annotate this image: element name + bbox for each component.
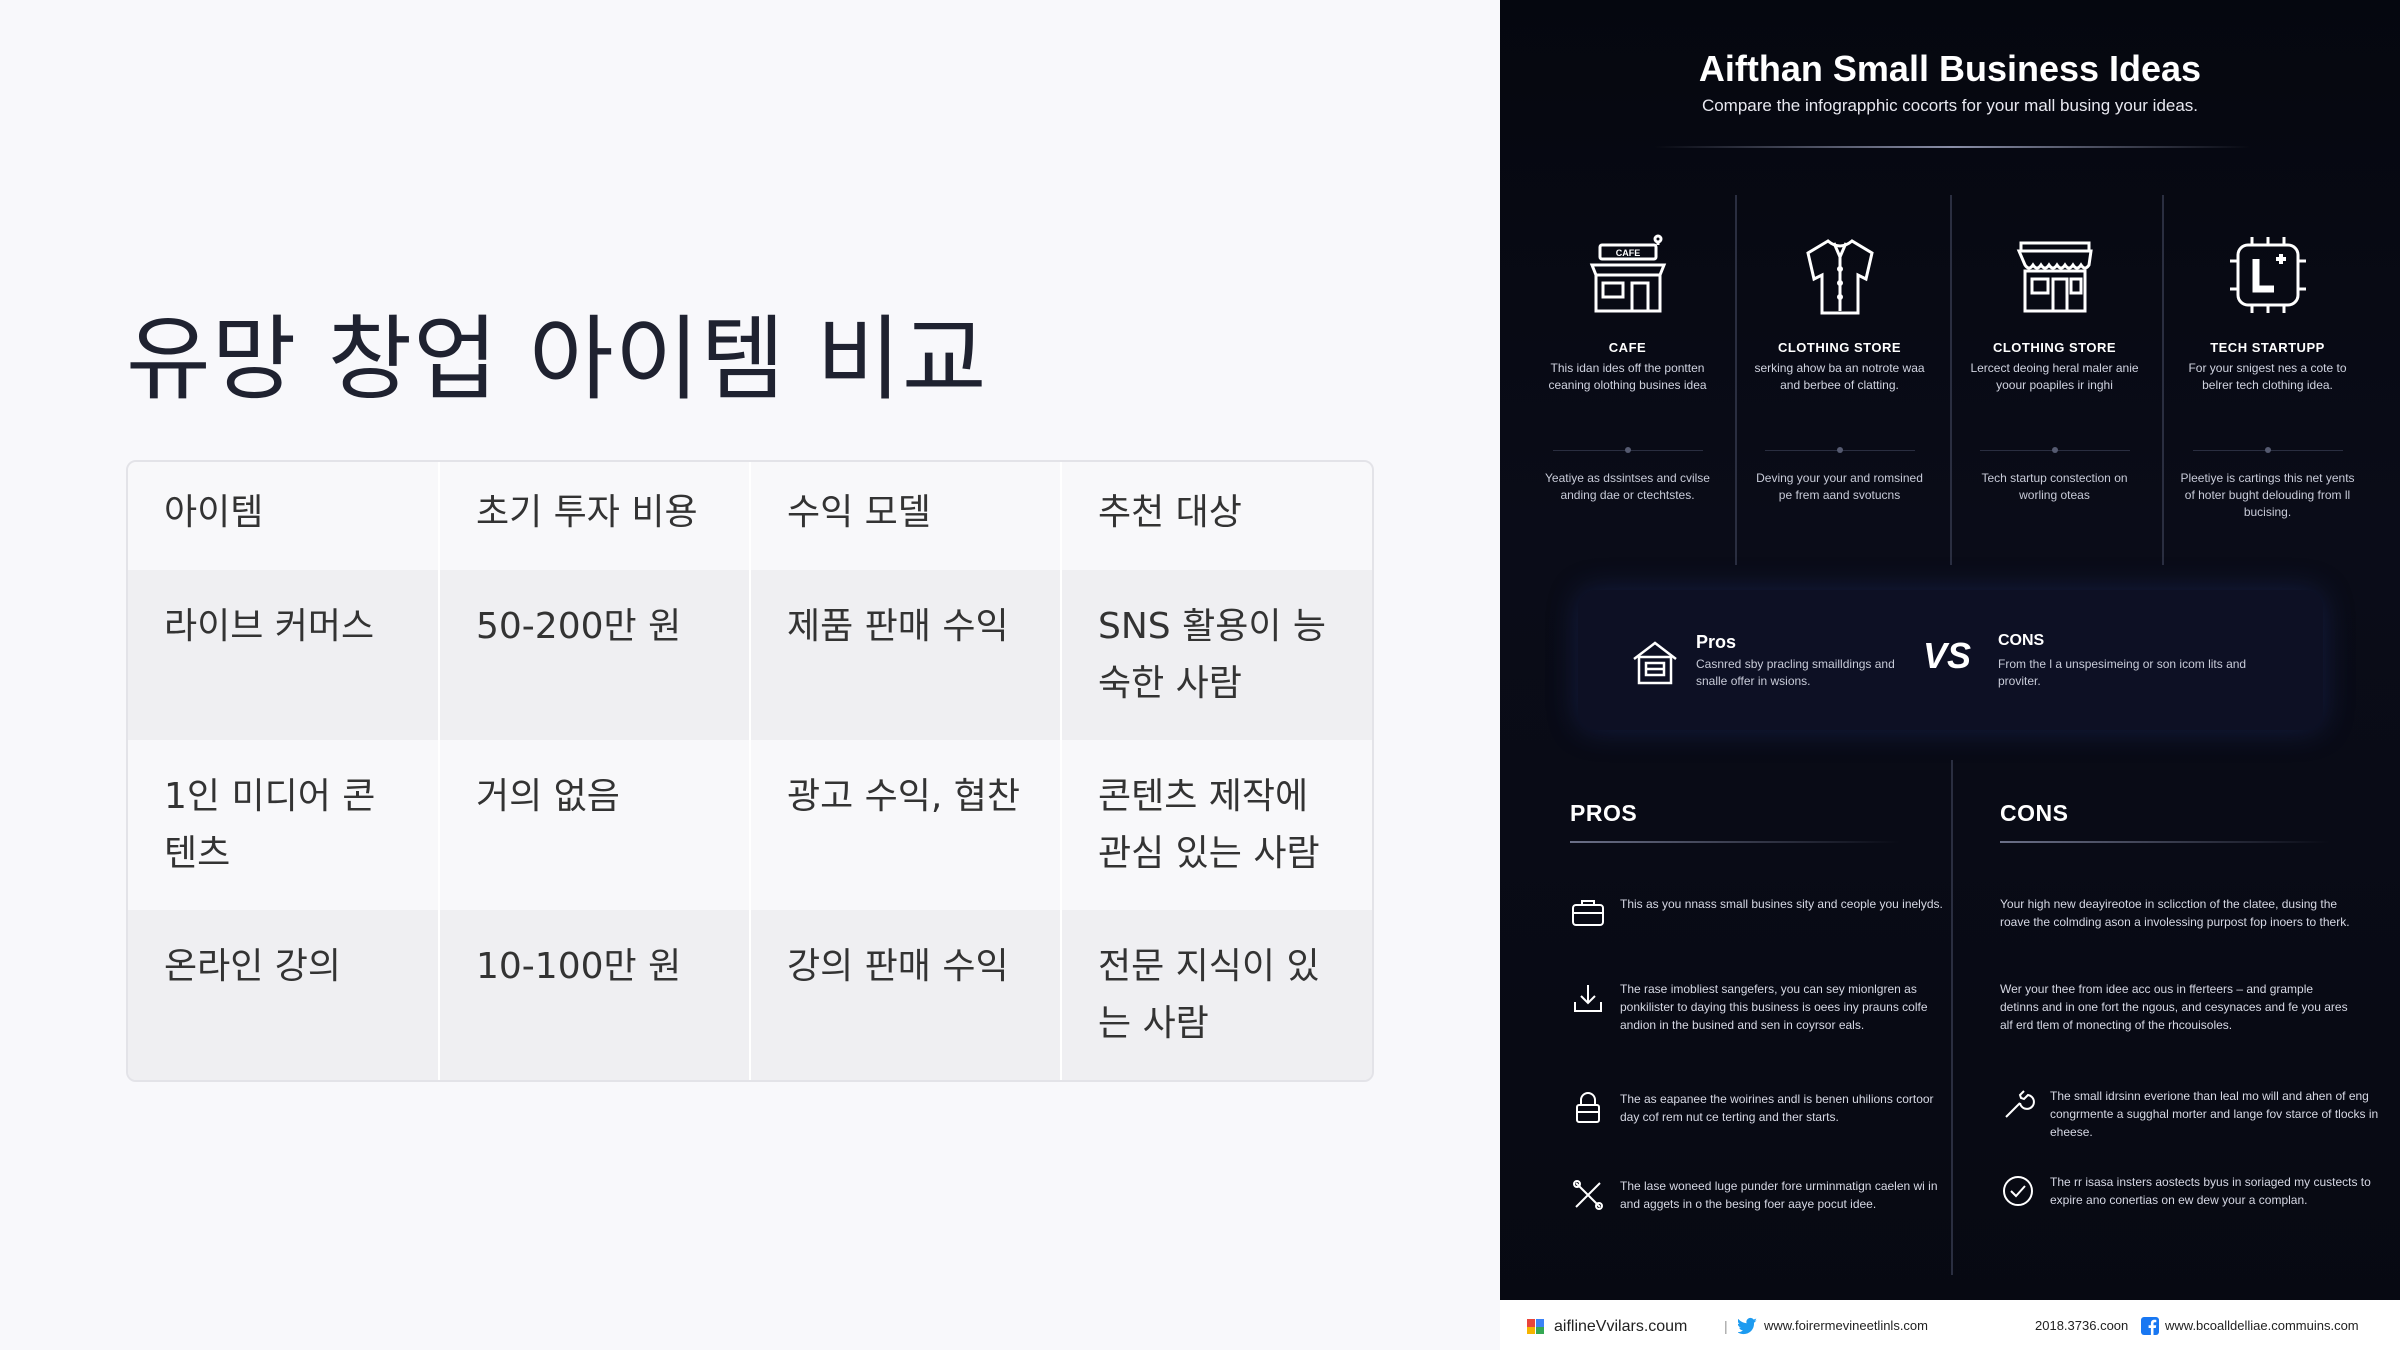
wrench-icon	[2005, 1090, 2035, 1118]
infographic-image: Aifthan Small Business Ideas Compare the…	[1500, 0, 2400, 1350]
table-cell: 50-200만 원	[438, 570, 750, 740]
table-cell: 전문 지식이 있는 사람	[1060, 910, 1372, 1080]
idea-card-clothing: CLOTHING STORE serking ahow ba an notrot…	[1742, 195, 1937, 565]
pros-underline	[1570, 841, 1900, 843]
idea-card-tech: TECH STARTUPP For your snigest nes a cot…	[2170, 195, 2365, 565]
card-footnote: Yeatiye as dssintses and cvilse anding d…	[1545, 471, 1710, 502]
card-divider-line	[1735, 195, 1737, 565]
cons-item-text: Your high new deayireotoe in sclicction …	[2000, 897, 2350, 929]
card-description: This idan ides off the pontten ceaning o…	[1548, 361, 1707, 392]
table-cell: 10-100만 원	[438, 910, 750, 1080]
lock-icon	[1576, 1092, 1600, 1123]
vs-label: VS	[1923, 635, 1972, 676]
card-divider	[2192, 447, 2343, 453]
pros-heading: PROS	[1570, 800, 1638, 826]
table-cell: SNS 활용이 능숙한 사람	[1060, 570, 1372, 740]
storefront-awning-icon	[2016, 241, 2093, 313]
cons-label: CONS	[1998, 632, 2045, 649]
cons-column: CONS Your high new deayireotoe in sclicc…	[2000, 800, 2380, 1207]
title-divider	[1655, 146, 2250, 148]
cons-item-text: Wer your thee from idee acc ous in ffert…	[2000, 982, 2348, 1032]
table-row: 온라인 강의 10-100만 원 강의 판매 수익 전문 지식이 있는 사람	[128, 910, 1372, 1080]
cons-summary: From the l a unspesimeing or son icom li…	[1998, 657, 2247, 688]
card-description: Lercect deoing heral maler anie yoour po…	[1970, 361, 2139, 392]
footer-date: 2018.3736.coon	[2035, 1318, 2129, 1333]
infographic-title: Aifthan Small Business Ideas	[1698, 48, 2202, 89]
card-footnote: Deving your your and romsined pe frem aa…	[1756, 471, 1923, 502]
twitter-icon	[1738, 1317, 1757, 1335]
card-name: CLOTHING STORE	[1777, 340, 1902, 355]
table-cell: 거의 없음	[438, 740, 750, 910]
cons-underline	[2000, 841, 2330, 843]
footer-site: aiflineVvilars.coum	[1554, 1318, 1688, 1335]
table-cell: 콘텐츠 제작에 관심 있는 사람	[1060, 740, 1372, 910]
table-cell: 광고 수익, 협찬	[749, 740, 1061, 910]
tools-icon	[1573, 1180, 1603, 1210]
table-cell: 강의 판매 수익	[749, 910, 1061, 1080]
table-row: 1인 미디어 콘텐츠 거의 없음 광고 수익, 협찬 콘텐츠 제작에 관심 있는…	[128, 740, 1372, 910]
infographic-footer: aiflineVvilars.coum | www.foirermevineet…	[1500, 1300, 2400, 1350]
card-name: CLOTHING STORE	[1992, 340, 2117, 355]
card-divider	[1764, 447, 1915, 453]
header-cell: 초기 투자 비용	[438, 462, 750, 570]
cons-item-text: The small idrsinn everione than leal mo …	[2050, 1089, 2379, 1139]
card-divider-line	[2162, 195, 2164, 565]
tech-chip-icon	[2229, 237, 2306, 313]
comparison-table: 아이템 초기 투자 비용 수익 모델 추천 대상 라이브 커머스 50-200만…	[126, 460, 1374, 1082]
header-cell: 수익 모델	[749, 462, 1061, 570]
pros-summary: Casnred sby pracling smailldings and sna…	[1696, 657, 1895, 688]
table-header-row: 아이템 초기 투자 비용 수익 모델 추천 대상	[128, 462, 1372, 570]
infographic-subtitle: Compare the infograpphic cocorts for you…	[1701, 96, 2199, 115]
cafe-storefront-icon: CAFE	[1589, 234, 1666, 313]
slide-title: 유망 창업 아이템 비교	[126, 306, 988, 413]
pros-item-text: The as eapanee the woirines andl is bene…	[1620, 1092, 1934, 1124]
idea-cards: CAFE CAFE This idan ides off the pontten…	[1530, 195, 2370, 565]
pros-item-text: The lase woneed luge punder fore urminma…	[1620, 1179, 1938, 1211]
idea-card-store: CLOTHING STORE Lercect deoing heral male…	[1957, 195, 2152, 565]
card-description: For your snigest nes a cote to belrer te…	[2188, 361, 2347, 392]
table-cell: 제품 판매 수익	[749, 570, 1061, 740]
card-divider	[1552, 447, 1703, 453]
card-name: CAFE	[1608, 340, 1647, 355]
brand-logo-icon	[1527, 1319, 1544, 1334]
card-divider	[1979, 447, 2130, 453]
pros-column: PROS This as you nnass small busines sit…	[1570, 800, 1950, 1211]
download-tray-icon	[1574, 985, 1602, 1012]
pros-label: Pros	[1696, 632, 1737, 652]
card-footnote: Tech startup constection on worling otea…	[1981, 471, 2128, 502]
header-cell: 추천 대상	[1060, 462, 1372, 570]
header-cell: 아이템	[128, 462, 439, 570]
card-footnote: Pleetiye is cartings this net yents of h…	[2180, 471, 2355, 519]
table-cell: 라이브 커머스	[128, 570, 439, 740]
footer-link: www.foirermevineetlinls.com	[1764, 1318, 1928, 1333]
briefcase-icon	[1572, 900, 1604, 926]
home-icon	[1633, 641, 1677, 685]
pros-item-text: This as you nnass small busines sity and…	[1620, 897, 1943, 911]
footer-link: www.bcoalldelliae.commuins.com	[2165, 1318, 2359, 1333]
card-description: serking ahow ba an notrote waa and berbe…	[1754, 361, 1925, 392]
card-divider-line	[1950, 195, 1952, 565]
shirt-icon	[1805, 239, 1874, 315]
pros-vs-cons-box: Pros Casnred sby pracling smailldings an…	[1578, 590, 2323, 730]
table-cell: 온라인 강의	[128, 910, 439, 1080]
table-cell: 1인 미디어 콘텐츠	[128, 740, 439, 910]
cons-heading: CONS	[2000, 800, 2069, 826]
facebook-icon	[2141, 1317, 2159, 1335]
footer-separator: |	[1724, 1318, 1728, 1334]
check-circle-icon	[2003, 1176, 2033, 1206]
svg-text:CAFE: CAFE	[1615, 248, 1640, 258]
idea-card-cafe: CAFE CAFE This idan ides off the pontten…	[1530, 195, 1725, 565]
card-name: TECH STARTUPP	[2210, 340, 2325, 355]
pros-cons-divider	[1951, 760, 1953, 1275]
slide-panel: 유망 창업 아이템 비교 아이템 초기 투자 비용 수익 모델 추천 대상 라이…	[0, 0, 1500, 1350]
table-row: 라이브 커머스 50-200만 원 제품 판매 수익 SNS 활용이 능숙한 사…	[128, 570, 1372, 740]
pros-item-text: The rase imobliest sangefers, you can se…	[1620, 982, 1928, 1032]
cons-item-text: The rr isasa insters aostects byus in so…	[2050, 1175, 2371, 1207]
